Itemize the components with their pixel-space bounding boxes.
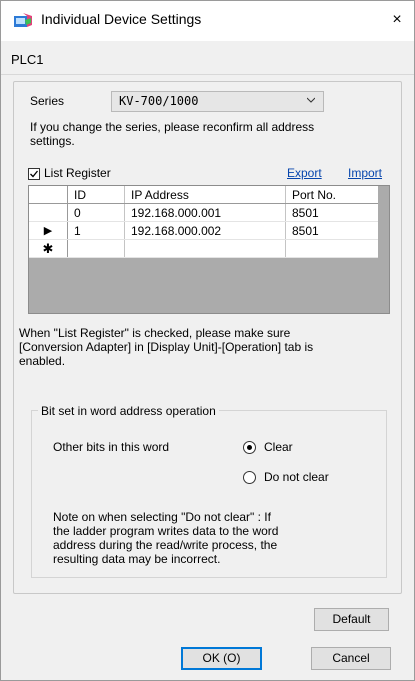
- plc-header: PLC1: [1, 42, 414, 75]
- app-icon: [14, 13, 32, 27]
- bitset-note-line3: address during the read/write process, t…: [53, 538, 278, 552]
- cell-port[interactable]: 8501: [285, 203, 378, 222]
- series-note-line2: settings.: [30, 134, 75, 148]
- cell-port[interactable]: 8501: [285, 221, 378, 240]
- register-table: ID IP Address Port No. 0 192.168.000.001…: [29, 186, 378, 258]
- cell-ip-address[interactable]: 192.168.000.001: [124, 203, 286, 222]
- radio-selected-dot: [247, 445, 252, 450]
- do-not-clear-radio[interactable]: [243, 471, 256, 484]
- column-header-ip-address[interactable]: IP Address: [124, 186, 286, 204]
- list-register-label: List Register: [44, 166, 111, 180]
- bitset-group-title: Bit set in word address operation: [38, 404, 219, 418]
- series-dropdown[interactable]: KV-700/1000: [111, 91, 324, 112]
- new-row-asterisk-icon[interactable]: ✱: [29, 239, 68, 258]
- list-register-checkbox[interactable]: [28, 168, 40, 180]
- cell-ip-address[interactable]: [124, 239, 286, 258]
- series-note-line1: If you change the series, please reconfi…: [30, 120, 315, 134]
- row-header-corner: [29, 186, 68, 204]
- window-title: Individual Device Settings: [41, 11, 202, 27]
- export-link[interactable]: Export: [287, 166, 322, 180]
- register-grid: ID IP Address Port No. 0 192.168.000.001…: [28, 185, 390, 314]
- import-link[interactable]: Import: [348, 166, 382, 180]
- row-selector[interactable]: [29, 203, 68, 222]
- table-row[interactable]: ▶ 1 192.168.000.002 8501: [29, 221, 378, 240]
- series-value: KV-700/1000: [119, 94, 199, 108]
- table-new-row[interactable]: ✱: [29, 239, 378, 258]
- bitset-note-line1: Note on when selecting "Do not clear" : …: [53, 510, 271, 524]
- list-note-line3: enabled.: [19, 354, 66, 368]
- cell-id[interactable]: 1: [67, 221, 125, 240]
- column-header-id[interactable]: ID: [67, 186, 125, 204]
- title-bar: Individual Device Settings ×: [1, 1, 414, 41]
- series-label: Series: [30, 94, 65, 108]
- cancel-button[interactable]: Cancel: [311, 647, 391, 670]
- close-icon[interactable]: ×: [380, 1, 414, 41]
- table-row[interactable]: 0 192.168.000.001 8501: [29, 203, 378, 222]
- bitset-note-line2: the ladder program writes data to the wo…: [53, 524, 279, 538]
- cell-ip-address[interactable]: 192.168.000.002: [124, 221, 286, 240]
- cell-id[interactable]: 0: [67, 203, 125, 222]
- cell-port[interactable]: [285, 239, 378, 258]
- checkmark-icon: [30, 170, 39, 178]
- dialog-window: Individual Device Settings × PLC1 Series…: [0, 0, 415, 681]
- list-note-line2: [Conversion Adapter] in [Display Unit]-[…: [19, 340, 314, 354]
- clear-radio-label[interactable]: Clear: [264, 440, 293, 454]
- other-bits-label: Other bits in this word: [53, 440, 170, 454]
- plc-name: PLC1: [11, 52, 44, 67]
- do-not-clear-radio-label[interactable]: Do not clear: [264, 470, 329, 484]
- clear-radio[interactable]: [243, 441, 256, 454]
- cell-id[interactable]: [67, 239, 125, 258]
- default-button[interactable]: Default: [314, 608, 389, 631]
- table-header-row: ID IP Address Port No.: [29, 186, 378, 204]
- ok-button[interactable]: OK (O): [181, 647, 262, 670]
- chevron-down-icon: [307, 97, 315, 103]
- column-header-port[interactable]: Port No.: [285, 186, 378, 204]
- current-row-arrow-icon[interactable]: ▶: [29, 221, 68, 240]
- bitset-note-line4: resulting data may be incorrect.: [53, 552, 221, 566]
- list-note-line1: When "List Register" is checked, please …: [19, 326, 291, 340]
